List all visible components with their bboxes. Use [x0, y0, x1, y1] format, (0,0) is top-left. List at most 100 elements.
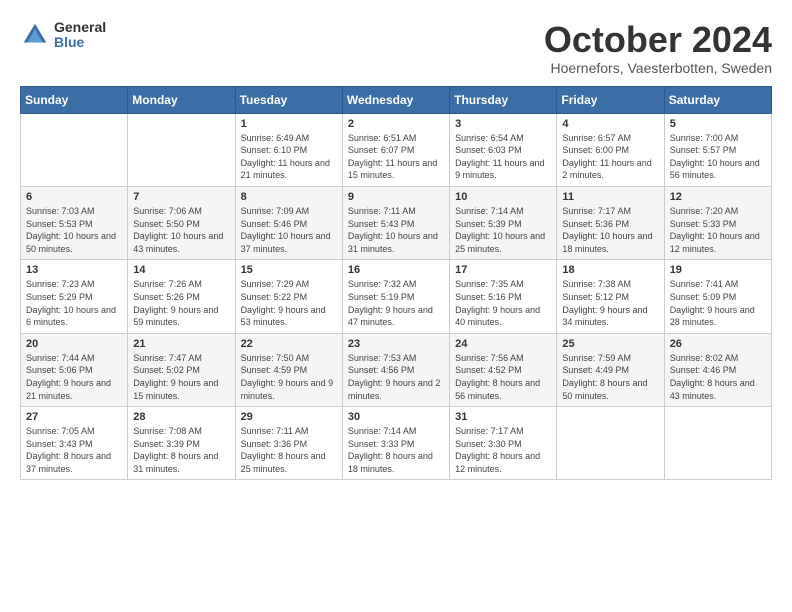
logo-icon	[20, 20, 50, 50]
day-info: Sunrise: 7:05 AMSunset: 3:43 PMDaylight:…	[26, 425, 122, 475]
day-info: Sunrise: 7:38 AMSunset: 5:12 PMDaylight:…	[562, 278, 658, 328]
weekday-header-row: SundayMondayTuesdayWednesdayThursdayFrid…	[21, 86, 772, 113]
calendar-cell: 2Sunrise: 6:51 AMSunset: 6:07 PMDaylight…	[342, 113, 449, 186]
day-number: 13	[26, 264, 122, 276]
day-number: 18	[562, 264, 658, 276]
weekday-header-monday: Monday	[128, 86, 235, 113]
day-info: Sunrise: 7:08 AMSunset: 3:39 PMDaylight:…	[133, 425, 229, 475]
calendar-week-1: 1Sunrise: 6:49 AMSunset: 6:10 PMDaylight…	[21, 113, 772, 186]
calendar-week-5: 27 Sunrise: 7:05 AMSunset: 3:43 PMDayligh…	[21, 407, 772, 480]
day-number: 12	[670, 191, 766, 203]
logo: General Blue	[20, 20, 106, 51]
calendar-cell	[557, 407, 664, 480]
day-number: 10	[455, 191, 551, 203]
day-info: Sunrise: 7:23 AMSunset: 5:29 PMDaylight:…	[26, 278, 122, 328]
day-number: 8	[241, 191, 337, 203]
calendar-cell	[21, 113, 128, 186]
day-number: 15	[241, 264, 337, 276]
day-number: 28	[133, 411, 229, 423]
day-number: 30	[348, 411, 444, 423]
day-number: 25	[562, 338, 658, 350]
calendar-cell: 21 Sunrise: 7:47 AMSunset: 5:02 PMDayligh…	[128, 333, 235, 406]
day-info: Sunrise: 7:00 AMSunset: 5:57 PMDaylight:…	[670, 132, 766, 182]
day-number: 19	[670, 264, 766, 276]
calendar-week-2: 6 Sunrise: 7:03 AMSunset: 5:53 PMDaylight…	[21, 186, 772, 259]
day-info: Sunrise: 7:17 AMSunset: 5:36 PMDaylight:…	[562, 205, 658, 255]
calendar-cell: 26 Sunrise: 8:02 AMSunset: 4:46 PMDayligh…	[664, 333, 771, 406]
calendar-cell	[128, 113, 235, 186]
day-number: 23	[348, 338, 444, 350]
calendar-cell: 11Sunrise: 7:17 AMSunset: 5:36 PMDayligh…	[557, 186, 664, 259]
day-info: Sunrise: 7:26 AMSunset: 5:26 PMDaylight:…	[133, 278, 229, 328]
day-info: Sunrise: 7:20 AMSunset: 5:33 PMDaylight:…	[670, 205, 766, 255]
day-info: Sunrise: 7:11 AMSunset: 5:43 PMDaylight:…	[348, 205, 444, 255]
calendar-cell: 13 Sunrise: 7:23 AMSunset: 5:29 PMDayligh…	[21, 260, 128, 333]
day-info: Sunrise: 7:35 AMSunset: 5:16 PMDaylight:…	[455, 278, 551, 328]
logo-general-text: General	[54, 20, 106, 35]
day-number: 14	[133, 264, 229, 276]
day-number: 7	[133, 191, 229, 203]
calendar-cell	[664, 407, 771, 480]
day-info: Sunrise: 7:59 AMSunset: 4:49 PMDaylight:…	[562, 352, 658, 402]
day-number: 4	[562, 118, 658, 130]
day-number: 3	[455, 118, 551, 130]
day-info: Sunrise: 7:32 AMSunset: 5:19 PMDaylight:…	[348, 278, 444, 328]
day-number: 21	[133, 338, 229, 350]
day-info: Sunrise: 6:49 AMSunset: 6:10 PMDaylight:…	[241, 132, 337, 182]
calendar-cell: 14 Sunrise: 7:26 AMSunset: 5:26 PMDayligh…	[128, 260, 235, 333]
day-info: Sunrise: 7:41 AMSunset: 5:09 PMDaylight:…	[670, 278, 766, 328]
day-info: Sunrise: 7:47 AMSunset: 5:02 PMDaylight:…	[133, 352, 229, 402]
day-info: Sunrise: 7:17 AMSunset: 3:30 PMDaylight:…	[455, 425, 551, 475]
day-info: Sunrise: 6:51 AMSunset: 6:07 PMDaylight:…	[348, 132, 444, 182]
day-number: 20	[26, 338, 122, 350]
weekday-header-thursday: Thursday	[450, 86, 557, 113]
calendar-cell: 18 Sunrise: 7:38 AMSunset: 5:12 PMDayligh…	[557, 260, 664, 333]
weekday-header-friday: Friday	[557, 86, 664, 113]
calendar-cell: 19 Sunrise: 7:41 AMSunset: 5:09 PMDayligh…	[664, 260, 771, 333]
calendar-cell: 20 Sunrise: 7:44 AMSunset: 5:06 PMDayligh…	[21, 333, 128, 406]
calendar-cell: 22 Sunrise: 7:50 AMSunset: 4:59 PMDayligh…	[235, 333, 342, 406]
day-info: Sunrise: 7:53 AMSunset: 4:56 PMDaylight:…	[348, 352, 444, 402]
day-info: Sunrise: 7:56 AMSunset: 4:52 PMDaylight:…	[455, 352, 551, 402]
day-number: 9	[348, 191, 444, 203]
day-info: Sunrise: 8:02 AMSunset: 4:46 PMDaylight:…	[670, 352, 766, 402]
day-number: 26	[670, 338, 766, 350]
day-info: Sunrise: 7:29 AMSunset: 5:22 PMDaylight:…	[241, 278, 337, 328]
day-info: Sunrise: 7:44 AMSunset: 5:06 PMDaylight:…	[26, 352, 122, 402]
day-number: 6	[26, 191, 122, 203]
day-info: Sunrise: 6:54 AMSunset: 6:03 PMDaylight:…	[455, 132, 551, 182]
location-subtitle: Hoernefors, Vaesterbotten, Sweden	[544, 60, 772, 76]
day-number: 27	[26, 411, 122, 423]
day-info: Sunrise: 7:14 AMSunset: 5:39 PMDaylight:…	[455, 205, 551, 255]
calendar-cell: 15 Sunrise: 7:29 AMSunset: 5:22 PMDayligh…	[235, 260, 342, 333]
day-info: Sunrise: 6:57 AMSunset: 6:00 PMDaylight:…	[562, 132, 658, 182]
calendar-cell: 16Sunrise: 7:32 AMSunset: 5:19 PMDayligh…	[342, 260, 449, 333]
calendar-cell: 31 Sunrise: 7:17 AMSunset: 3:30 PMDayligh…	[450, 407, 557, 480]
day-number: 31	[455, 411, 551, 423]
calendar-cell: 7 Sunrise: 7:06 AMSunset: 5:50 PMDaylight…	[128, 186, 235, 259]
calendar-cell: 28 Sunrise: 7:08 AMSunset: 3:39 PMDayligh…	[128, 407, 235, 480]
logo-text: General Blue	[54, 20, 106, 51]
calendar-cell: 10 Sunrise: 7:14 AMSunset: 5:39 PMDayligh…	[450, 186, 557, 259]
calendar-cell: 3 Sunrise: 6:54 AMSunset: 6:03 PMDaylight…	[450, 113, 557, 186]
calendar-cell: 4 Sunrise: 6:57 AMSunset: 6:00 PMDaylight…	[557, 113, 664, 186]
day-number: 24	[455, 338, 551, 350]
day-info: Sunrise: 7:03 AMSunset: 5:53 PMDaylight:…	[26, 205, 122, 255]
calendar-week-4: 20 Sunrise: 7:44 AMSunset: 5:06 PMDayligh…	[21, 333, 772, 406]
logo-blue-text: Blue	[54, 35, 106, 50]
day-info: Sunrise: 7:06 AMSunset: 5:50 PMDaylight:…	[133, 205, 229, 255]
day-info: Sunrise: 7:11 AMSunset: 3:36 PMDaylight:…	[241, 425, 337, 475]
calendar-cell: 24 Sunrise: 7:56 AMSunset: 4:52 PMDayligh…	[450, 333, 557, 406]
calendar-week-3: 13 Sunrise: 7:23 AMSunset: 5:29 PMDayligh…	[21, 260, 772, 333]
calendar-cell: 1Sunrise: 6:49 AMSunset: 6:10 PMDaylight…	[235, 113, 342, 186]
day-number: 22	[241, 338, 337, 350]
weekday-header-wednesday: Wednesday	[342, 86, 449, 113]
day-number: 29	[241, 411, 337, 423]
day-number: 5	[670, 118, 766, 130]
calendar-cell: 17Sunrise: 7:35 AMSunset: 5:16 PMDayligh…	[450, 260, 557, 333]
calendar-cell: 8Sunrise: 7:09 AMSunset: 5:46 PMDaylight…	[235, 186, 342, 259]
month-title: October 2024	[544, 20, 772, 60]
day-info: Sunrise: 7:50 AMSunset: 4:59 PMDaylight:…	[241, 352, 337, 402]
calendar-cell: 12 Sunrise: 7:20 AMSunset: 5:33 PMDayligh…	[664, 186, 771, 259]
calendar-cell: 27 Sunrise: 7:05 AMSunset: 3:43 PMDayligh…	[21, 407, 128, 480]
